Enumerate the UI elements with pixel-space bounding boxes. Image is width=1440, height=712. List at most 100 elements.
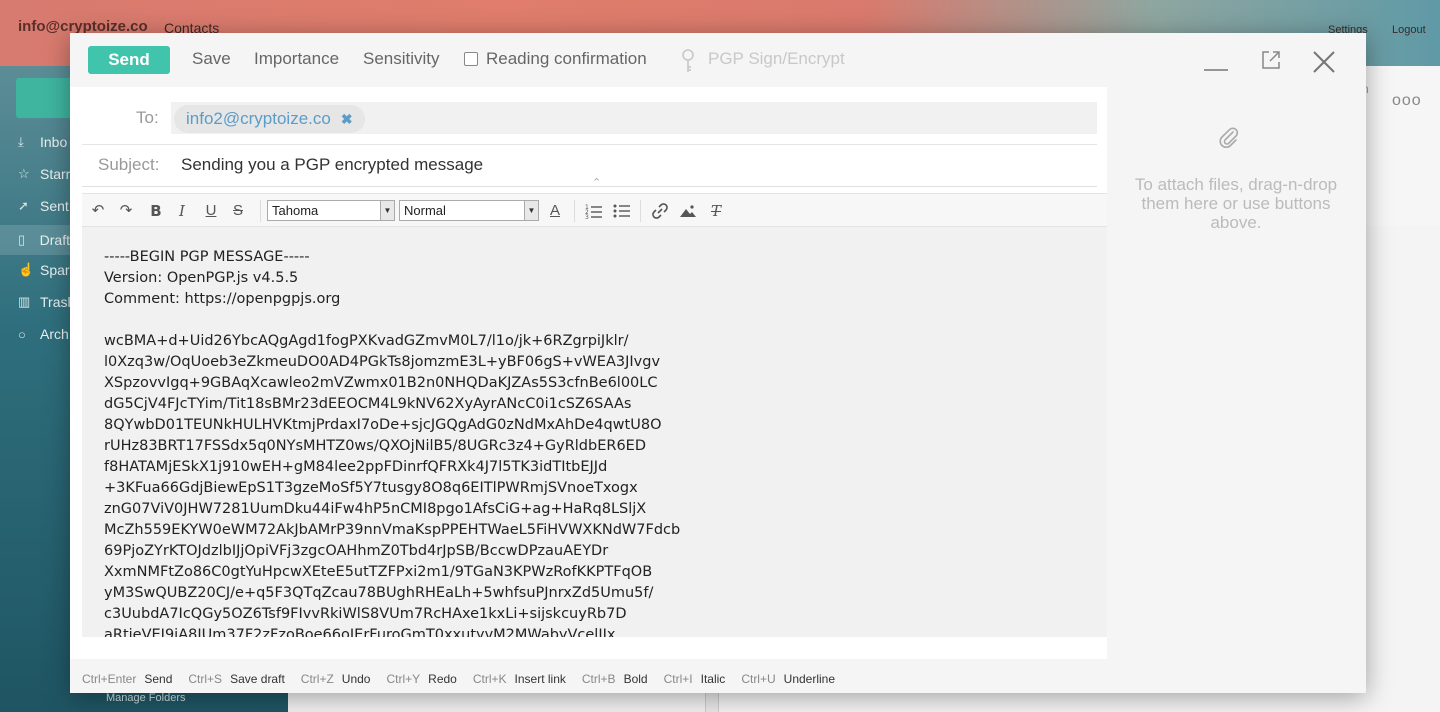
sidebar-item-starred[interactable]: ☆ Starr	[18, 166, 70, 182]
shortcut-item: Ctrl+I Italic	[664, 672, 726, 686]
shortcut-key: Ctrl+K	[472, 672, 507, 686]
message-body-line: c3UubdA7IcQGy5OZ6Tsf9FIvvRkiWlS8VUm7RcHA…	[104, 606, 627, 622]
shortcut-key: Ctrl+U	[741, 672, 776, 686]
shortcut-item: Ctrl+U Underline	[741, 672, 835, 686]
font-size-value: Normal	[404, 203, 446, 218]
recipient-chip[interactable]: info2@cryptoize.co ✖	[174, 105, 365, 133]
message-body-line: l0Xzq3w/OqUoeb3eZkmeuDO0AD4PGkTs8jomzmE3…	[104, 354, 661, 370]
message-body-line: znG07ViV0JHW7281UumDku44iFw4hP5nCMI8pgo1…	[104, 501, 647, 517]
sidebar-item-drafts[interactable]: ▯ Draft	[0, 225, 70, 255]
sidebar-item-spam[interactable]: ☝ Spar	[18, 262, 70, 278]
font-family-select[interactable]: Tahoma ▼	[267, 200, 395, 221]
inbox-icon: ⤓	[18, 134, 24, 149]
link-icon[interactable]	[650, 201, 670, 221]
svg-text:3: 3	[585, 214, 589, 221]
sidebar-item-label: Arch	[40, 326, 69, 342]
shortcut-key: Ctrl+B	[581, 672, 616, 686]
sidebar-item-label: Starr	[40, 166, 71, 182]
message-body-editor[interactable]: -----BEGIN PGP MESSAGE----- Version: Open…	[82, 227, 1107, 637]
message-body-line: wcBMA+d+Uid26YbcAQgAgd1fogPXKvadGZmvM0L7…	[104, 333, 629, 349]
shortcut-item: Ctrl+Z Undo	[301, 672, 371, 686]
editor-toolbar: ↶ ↷ B I U S Tahoma ▼ Normal ▼ A 1 2 3 T	[82, 193, 1107, 227]
logout-link[interactable]: Logout	[1392, 24, 1426, 36]
sidebar-item-label: Inbo	[40, 134, 68, 150]
subject-label: Subject:	[98, 155, 160, 174]
save-button[interactable]: Save	[192, 49, 231, 69]
trash-icon: ▥	[18, 294, 31, 309]
message-body-line: 69PjoZYrKTOJdzlbIJjOpiVFj3zgcOAHhmZ0Tbd4…	[104, 543, 609, 559]
compose-dialog: Send Save Importance Sensitivity Reading…	[70, 33, 1366, 693]
pgp-sign-encrypt-button[interactable]: PGP Sign/Encrypt	[708, 49, 845, 69]
paperclip-icon	[1219, 127, 1239, 148]
minimize-icon[interactable]	[1204, 57, 1228, 71]
sidebar-item-archive[interactable]: ○ Arch	[18, 326, 69, 342]
text-color-icon[interactable]: A	[545, 201, 565, 221]
shortcut-item: Ctrl+K Insert link	[473, 672, 566, 686]
reading-confirmation-checkbox[interactable]	[464, 52, 478, 66]
message-body-line: 8QYwbD01TEUNkHULHVKtmjPrdaxI7oDe+sjcJGQg…	[104, 417, 662, 433]
draft-icon: ▯	[18, 232, 26, 247]
compose-button[interactable]	[16, 78, 76, 118]
sensitivity-button[interactable]: Sensitivity	[363, 49, 440, 69]
italic-icon[interactable]: I	[172, 201, 192, 221]
importance-button[interactable]: Importance	[254, 49, 339, 69]
underline-icon[interactable]: U	[201, 201, 221, 221]
shortcut-label: Insert link	[514, 672, 566, 686]
message-body-line: aRtjeVEJ9iA8JUm37F2zFzoBoe66oIErFuroGmT0…	[104, 627, 616, 637]
bullet-list-icon[interactable]	[612, 201, 632, 221]
font-family-value: Tahoma	[272, 203, 319, 218]
shortcut-label: Save draft	[230, 672, 285, 686]
shortcut-label: Redo	[428, 672, 457, 686]
message-body-line: yM3SwQUBZ20CJ/e+q5F3QTqZcau78BUghRHEaLh+…	[104, 585, 654, 601]
shortcut-item: Ctrl+B Bold	[582, 672, 648, 686]
attachments-panel[interactable]: To attach files, drag-n-drop them here o…	[1107, 87, 1366, 693]
shortcut-label: Italic	[700, 672, 726, 686]
sidebar-item-inbox[interactable]: ⤓ Inbo	[18, 134, 67, 150]
clear-formatting-icon[interactable]: T	[706, 201, 726, 221]
send-button[interactable]: Send	[88, 46, 170, 74]
message-body-line: Version: OpenPGP.js v4.5.5	[104, 270, 299, 286]
shortcut-item: Ctrl+S Save draft	[188, 672, 284, 686]
sidebar-item-label: Trasl	[40, 294, 71, 310]
sidebar-item-trash[interactable]: ▥ Trasl	[18, 294, 71, 310]
shortcut-key: Ctrl+Y	[386, 672, 421, 686]
shortcut-item: Ctrl+Enter Send	[82, 672, 172, 686]
subject-input[interactable]: Sending you a PGP encrypted message	[181, 155, 483, 175]
popout-icon[interactable]	[1260, 49, 1282, 71]
shortcut-key: Ctrl+Enter	[82, 672, 137, 686]
close-icon[interactable]	[1312, 50, 1336, 74]
sidebar-item-label: Sent	[40, 198, 69, 214]
image-icon[interactable]	[678, 201, 698, 221]
shortcut-key: Ctrl+Z	[300, 672, 334, 686]
toolbar-separator	[574, 200, 575, 222]
message-body-line: f8HATAMjESkX1j910wEH+gM84lee2ppFDinrfQFR…	[104, 459, 608, 475]
remove-recipient-icon[interactable]: ✖	[341, 111, 353, 128]
archive-icon: ○	[18, 326, 26, 342]
message-body-line: Comment: https://openpgpjs.org	[104, 291, 341, 307]
recipient-email: info2@cryptoize.co	[186, 109, 331, 128]
ordered-list-icon[interactable]: 1 2 3	[584, 201, 604, 221]
message-body-line: -----BEGIN PGP MESSAGE-----	[104, 249, 310, 265]
bold-icon[interactable]: B	[146, 201, 166, 221]
manage-folders-link[interactable]: Manage Folders	[106, 692, 186, 704]
divider	[82, 144, 1097, 145]
message-body-line: +3KFua66GdjBiewEpS1T3gzeMoSf5Y7tusgy8O8q…	[104, 480, 638, 496]
reading-confirmation-label[interactable]: Reading confirmation	[486, 49, 647, 69]
shortcut-label: Bold	[623, 672, 648, 686]
shortcut-key: Ctrl+S	[188, 672, 223, 686]
more-options-icon[interactable]: ooo	[1392, 92, 1422, 110]
message-body-line: rUHz83BRT17FSSdx5q0NYsMHTZ0ws/QXOjNilB5/…	[104, 438, 647, 454]
send-icon: ➚	[18, 198, 29, 213]
undo-icon[interactable]: ↶	[88, 201, 108, 221]
redo-icon[interactable]: ↷	[116, 201, 136, 221]
chevron-down-icon: ▼	[524, 201, 538, 220]
keyboard-shortcuts-bar: Ctrl+Enter Send Ctrl+S Save draft Ctrl+Z Undo…	[82, 669, 851, 689]
key-icon	[682, 49, 694, 72]
message-body-line: dG5CjV4FJcTYim/Tit18sBMr23dEEOCM4L9kNV62…	[104, 396, 632, 412]
font-size-select[interactable]: Normal ▼	[399, 200, 539, 221]
collapse-header-icon[interactable]: ⌃	[592, 176, 601, 189]
message-body-line	[104, 310, 1107, 331]
sidebar-item-sent[interactable]: ➚ Sent	[18, 198, 69, 214]
strikethrough-icon[interactable]: S	[228, 201, 248, 221]
shortcut-label: Send	[144, 672, 173, 686]
